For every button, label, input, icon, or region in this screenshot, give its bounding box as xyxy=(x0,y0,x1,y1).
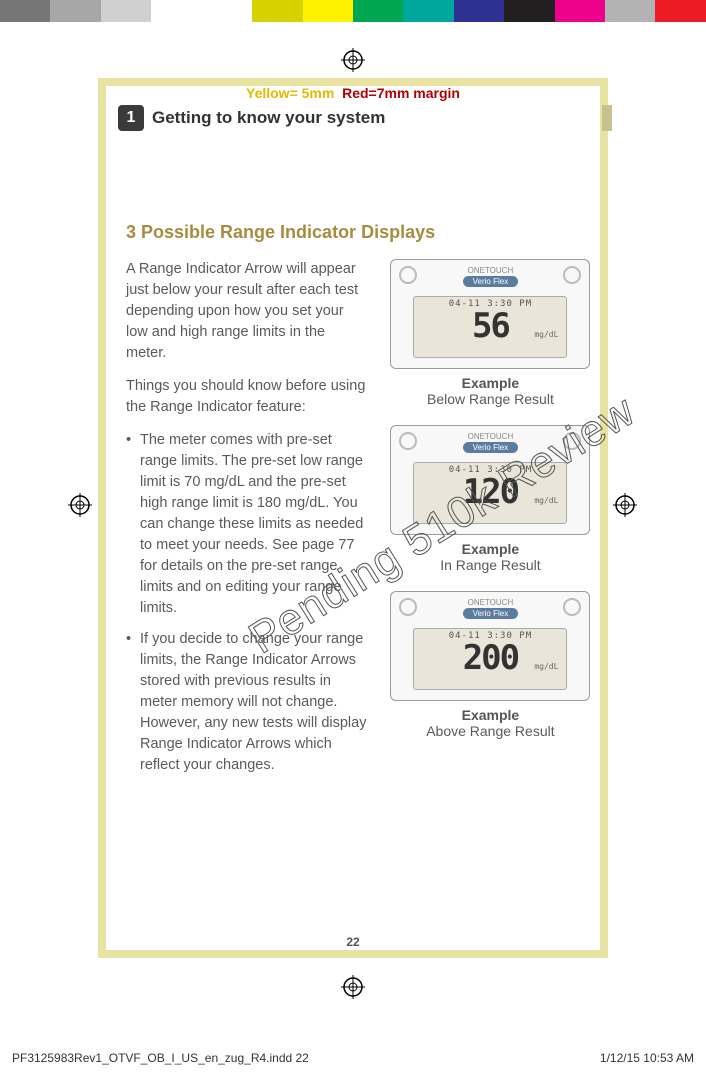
figure-caption-title: Example xyxy=(385,541,596,557)
screen-value: 120 mg/dL xyxy=(420,475,560,509)
bullet-item: If you decide to change your range limit… xyxy=(126,629,369,776)
intro-paragraph-1: A Range Indicator Arrow will appear just… xyxy=(126,259,369,364)
margin-note: Yellow= 5mm Red=7mm margin xyxy=(0,85,706,101)
print-slug: PF3125983Rev1_OTVF_OB_I_US_en_zug_R4.ind… xyxy=(12,1051,694,1065)
figures-column: ONETOUCH Verio Flex 04-11 3:30 PM 56 mg/… xyxy=(385,259,596,786)
screen-unit: mg/dL xyxy=(534,497,558,505)
tab-marker xyxy=(602,105,612,131)
chapter-number-badge: 1 xyxy=(118,105,144,131)
bullet-item: The meter comes with pre-set range limit… xyxy=(126,430,369,619)
device-illustration: ONETOUCH Verio Flex 04-11 3:30 PM 200 mg… xyxy=(390,591,590,701)
figure-in-range: ONETOUCH Verio Flex 04-11 3:30 PM 120 mg… xyxy=(385,425,596,573)
chapter-title: Getting to know your system xyxy=(152,108,385,128)
print-color-bar xyxy=(0,0,706,22)
registration-mark-icon xyxy=(68,493,92,517)
slug-datetime: 1/12/15 10:53 AM xyxy=(600,1051,694,1065)
figure-caption-title: Example xyxy=(385,375,596,391)
figure-caption-title: Example xyxy=(385,707,596,723)
intro-paragraph-2: Things you should know before using the … xyxy=(126,376,369,418)
registration-mark-icon xyxy=(341,48,365,72)
figure-caption-sub: Below Range Result xyxy=(385,391,596,407)
device-illustration: ONETOUCH Verio Flex 04-11 3:30 PM 56 mg/… xyxy=(390,259,590,369)
registration-mark-icon xyxy=(613,493,637,517)
screen-unit: mg/dL xyxy=(534,663,558,671)
device-illustration: ONETOUCH Verio Flex 04-11 3:30 PM 120 mg… xyxy=(390,425,590,535)
device-model-tag: Verio Flex xyxy=(463,442,519,453)
device-model-tag: Verio Flex xyxy=(463,608,519,619)
screen-value: 200 mg/dL xyxy=(420,641,560,675)
body-text-column: A Range Indicator Arrow will appear just… xyxy=(126,259,369,786)
page-number: 22 xyxy=(0,935,706,949)
device-brand: ONETOUCH Verio Flex xyxy=(391,266,589,287)
figure-caption-sub: Above Range Result xyxy=(385,723,596,739)
device-screen: 04-11 3:30 PM 120 mg/dL xyxy=(413,462,567,524)
device-brand: ONETOUCH Verio Flex xyxy=(391,432,589,453)
screen-value: 56 mg/dL xyxy=(420,309,560,343)
device-brand: ONETOUCH Verio Flex xyxy=(391,598,589,619)
margin-note-yellow: Yellow= 5mm xyxy=(246,85,334,101)
figure-caption-sub: In Range Result xyxy=(385,557,596,573)
device-screen: 04-11 3:30 PM 56 mg/dL xyxy=(413,296,567,358)
device-model-tag: Verio Flex xyxy=(463,276,519,287)
screen-unit: mg/dL xyxy=(534,331,558,339)
page-content: 3 Possible Range Indicator Displays A Ra… xyxy=(126,222,596,786)
device-screen: 04-11 3:30 PM 200 mg/dL xyxy=(413,628,567,690)
slug-filename: PF3125983Rev1_OTVF_OB_I_US_en_zug_R4.ind… xyxy=(12,1051,309,1065)
figure-above-range: ONETOUCH Verio Flex 04-11 3:30 PM 200 mg… xyxy=(385,591,596,739)
section-heading: 3 Possible Range Indicator Displays xyxy=(126,222,596,243)
chapter-header: 1 Getting to know your system xyxy=(118,105,385,131)
registration-mark-icon xyxy=(341,975,365,999)
margin-note-red: Red=7mm margin xyxy=(342,85,460,101)
figure-below-range: ONETOUCH Verio Flex 04-11 3:30 PM 56 mg/… xyxy=(385,259,596,407)
